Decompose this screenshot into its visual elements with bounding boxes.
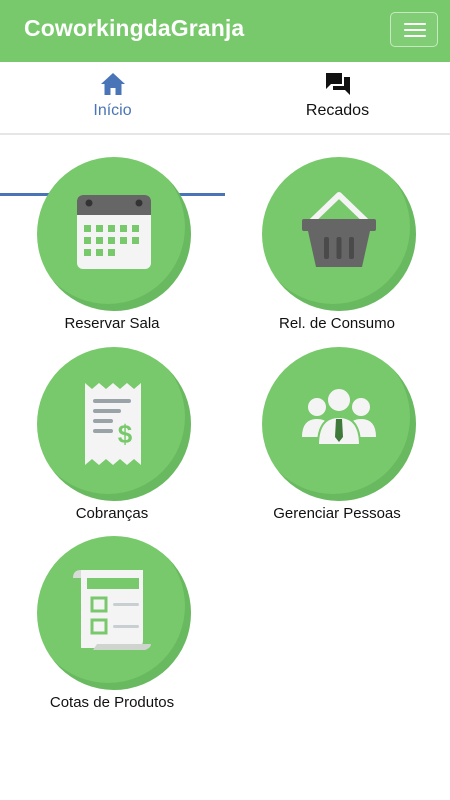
tile-cotas-produtos[interactable]: Cotas de Produtos <box>0 536 224 721</box>
tile-cobrancas[interactable]: $ Cobranças <box>0 347 224 532</box>
hamburger-menu-icon <box>404 23 426 25</box>
app-brand[interactable]: CoworkingdaGranja <box>24 15 244 42</box>
chat-bubbles-icon <box>326 73 350 95</box>
calendar-icon <box>77 195 151 269</box>
svg-text:$: $ <box>118 419 133 449</box>
tab-inicio-label: Início <box>93 102 132 119</box>
tab-inicio[interactable]: Início <box>0 62 225 133</box>
receipt-dollar-icon: $ <box>85 383 141 465</box>
tile-reservar-sala[interactable]: Reservar Sala <box>0 157 224 342</box>
tile-gerenciar-pessoas[interactable]: Gerenciar Pessoas <box>225 347 449 532</box>
tab-bar: Início Recados <box>0 62 450 196</box>
tab-recados[interactable]: Recados <box>225 62 450 133</box>
tile-label: Reservar Sala <box>64 315 160 332</box>
people-group-icon <box>302 387 376 446</box>
top-navbar: CoworkingdaGranja <box>0 0 450 62</box>
tab-recados-label: Recados <box>305 102 370 119</box>
tile-rel-consumo[interactable]: Rel. de Consumo <box>225 157 449 342</box>
tile-label: Cotas de Produtos <box>49 694 175 711</box>
tile-label: Cobranças <box>75 505 149 522</box>
hamburger-menu-button[interactable] <box>390 12 438 47</box>
home-icon <box>101 73 125 95</box>
tile-label: Gerenciar Pessoas <box>273 505 401 522</box>
tile-label: Rel. de Consumo <box>279 315 395 332</box>
shopping-basket-icon <box>302 192 376 267</box>
checklist-icon <box>73 570 151 650</box>
